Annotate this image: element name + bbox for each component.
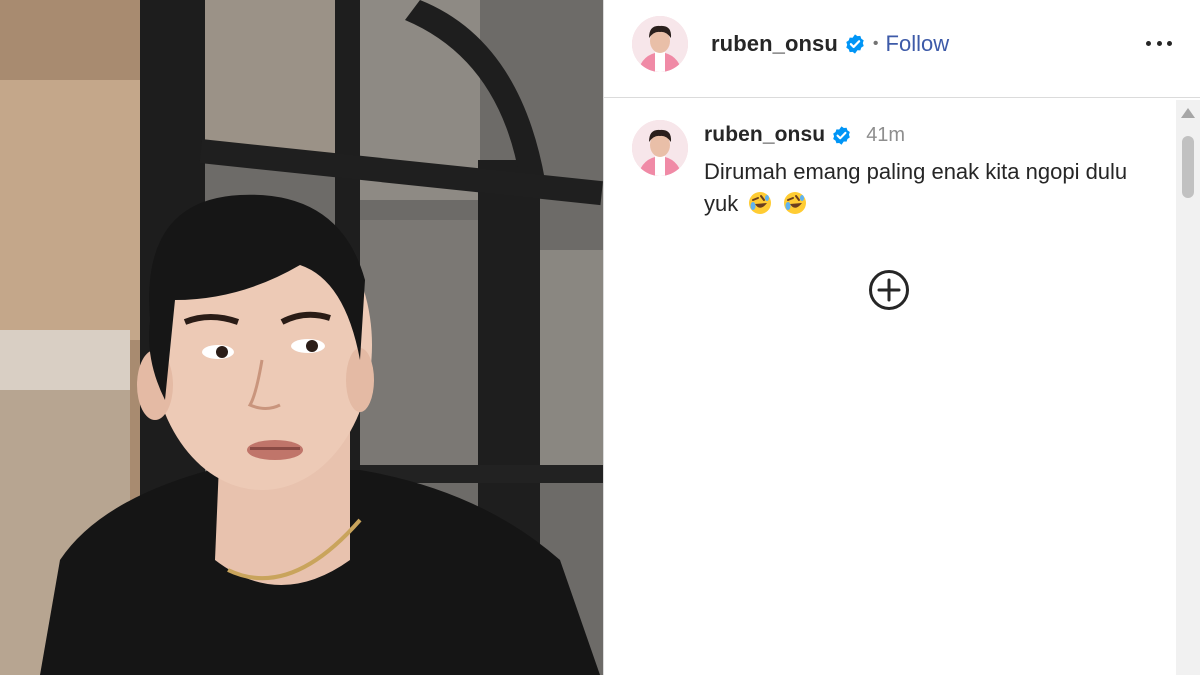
scroll-up-arrow-icon[interactable] <box>1181 108 1195 118</box>
separator-dot: • <box>872 35 879 52</box>
rolling-on-floor-laughing-emoji-icon <box>749 192 772 214</box>
post-photo <box>0 0 603 675</box>
avatar-image <box>632 120 688 176</box>
more-dot <box>1146 40 1151 46</box>
author-username[interactable]: ruben_onsu <box>711 31 838 57</box>
plus-circle-icon[interactable] <box>868 269 910 311</box>
post-header: ruben_onsu • Follow <box>604 0 1200 98</box>
comment-timestamp[interactable]: 41m <box>866 124 905 147</box>
more-dot <box>1167 40 1172 46</box>
author-avatar[interactable] <box>632 16 688 72</box>
comments-scrollbar[interactable] <box>1176 100 1200 675</box>
post-details-panel: ruben_onsu • Follow ruben_onsu 41m Dirum… <box>604 0 1200 675</box>
avatar-image <box>632 16 688 72</box>
scrollbar-thumb[interactable] <box>1182 136 1194 198</box>
rolling-on-floor-laughing-emoji-icon <box>783 192 806 214</box>
post-media[interactable] <box>0 0 603 675</box>
verified-badge-icon <box>833 125 850 145</box>
follow-button[interactable]: Follow <box>886 31 950 57</box>
caption-text-container: Dirumah emang paling enak kita ngopi dul… <box>704 156 1154 220</box>
more-options-icon[interactable] <box>1146 34 1172 52</box>
comment-author-avatar[interactable] <box>632 120 688 176</box>
comment-author-username[interactable]: ruben_onsu <box>704 123 825 147</box>
more-dot <box>1156 40 1162 46</box>
verified-badge-icon <box>846 34 864 54</box>
